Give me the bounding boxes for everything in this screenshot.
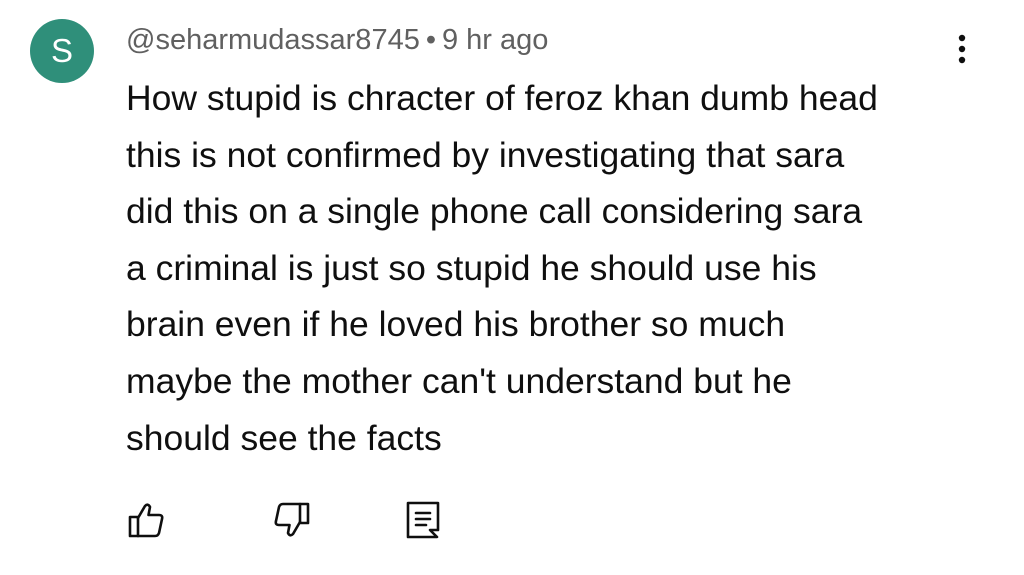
avatar-letter: S <box>50 32 73 69</box>
reply-button[interactable] <box>404 500 444 540</box>
comment-meta: @seharmudassar8745 • 9 hr ago <box>126 20 548 60</box>
dislike-button[interactable] <box>272 500 312 540</box>
meta-separator: • <box>425 24 436 56</box>
reply-comment-icon <box>406 501 440 539</box>
comment-item: S @seharmudassar8745 • 9 hr ago How stupid… <box>0 0 1024 575</box>
avatar[interactable]: S <box>30 19 94 83</box>
like-button[interactable] <box>126 500 166 540</box>
more-options-button[interactable] <box>943 30 983 70</box>
more-vertical-icon <box>958 34 966 64</box>
thumbs-down-icon <box>274 502 310 537</box>
author-handle[interactable]: @seharmudassar8745 <box>126 24 420 56</box>
comment-timestamp[interactable]: 9 hr ago <box>442 24 548 56</box>
thumbs-up-icon <box>128 503 164 538</box>
comment-text: How stupid is chracter of feroz khan dum… <box>126 78 878 458</box>
